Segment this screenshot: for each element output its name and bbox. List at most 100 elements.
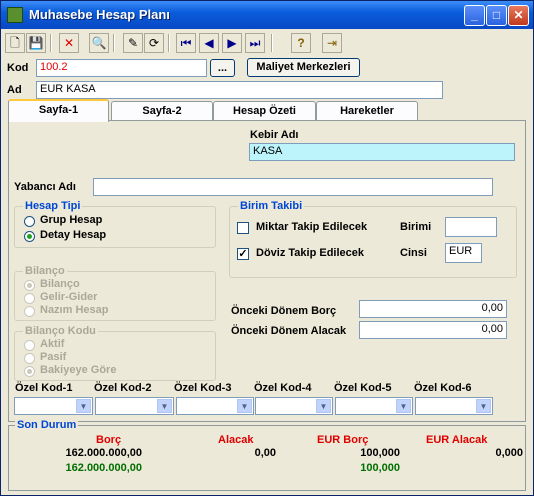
close-button[interactable]: ✕ bbox=[508, 5, 529, 26]
onceki-borc-label: Önceki Dönem Borç bbox=[231, 305, 337, 317]
maliyet-merkezleri-button[interactable]: Maliyet Merkezleri bbox=[247, 58, 360, 77]
detay-hesap-label: Detay Hesap bbox=[40, 229, 107, 241]
hesap-plani-window: Muhasebe Hesap Planı _ □ ✕ 🗋 💾 ✕ 🔍 ✎ ⟳ ⏮… bbox=[0, 0, 534, 496]
ozel-kod-1-select[interactable]: ▼ bbox=[14, 397, 93, 415]
minimize-button[interactable]: _ bbox=[464, 5, 485, 26]
chevron-down-icon[interactable]: ▼ bbox=[476, 399, 491, 413]
pasif-label: Pasif bbox=[40, 351, 67, 363]
next-record-icon[interactable]: ▶ bbox=[222, 33, 242, 53]
onceki-alacak-input[interactable]: 0,00 bbox=[359, 321, 507, 339]
ozel-kod-4-label: Özel Kod-4 bbox=[254, 382, 312, 394]
hesap-tipi-title: Hesap Tipi bbox=[23, 200, 83, 212]
maximize-button[interactable]: □ bbox=[486, 5, 507, 26]
onceki-alacak-label: Önceki Dönem Alacak bbox=[231, 325, 347, 337]
pasif-radio bbox=[24, 353, 35, 364]
onceki-borc-input[interactable]: 0,00 bbox=[359, 300, 507, 318]
bilanco-title: Bilanço bbox=[23, 265, 67, 277]
detay-hesap-radio[interactable] bbox=[24, 231, 35, 242]
ozel-kod-5-label: Özel Kod-5 bbox=[334, 382, 392, 394]
birim-takibi-group: Birim Takibi Miktar Takip Edilecek Birim… bbox=[229, 200, 517, 278]
bilanco-option-label: Bilanço bbox=[40, 278, 80, 290]
miktar-takip-label: Miktar Takip Edilecek bbox=[256, 221, 368, 233]
birim-takibi-title: Birim Takibi bbox=[238, 200, 305, 212]
ozel-kod-1-label: Özel Kod-1 bbox=[15, 382, 73, 394]
alacak-value: 0,00 bbox=[254, 447, 276, 459]
eur-alacak-value: 0,000 bbox=[495, 447, 523, 459]
ozel-kod-6-label: Özel Kod-6 bbox=[414, 382, 472, 394]
chevron-down-icon[interactable]: ▼ bbox=[237, 399, 252, 413]
eur-borc-value: 100,000 bbox=[360, 447, 400, 459]
tab-hareketler[interactable]: Hareketler bbox=[316, 101, 418, 121]
window-title: Muhasebe Hesap Planı bbox=[29, 7, 170, 22]
tab-sayfa-1[interactable]: Sayfa-1 bbox=[8, 99, 109, 122]
last-record-icon[interactable]: ⏭ bbox=[245, 33, 265, 53]
miktar-takip-checkbox[interactable] bbox=[237, 222, 249, 234]
nazim-hesap-radio bbox=[24, 306, 35, 317]
eur-alacak-header: EUR Alacak bbox=[426, 434, 488, 446]
tab-hesap-ozeti[interactable]: Hesap Özeti bbox=[213, 101, 316, 121]
delete-icon[interactable]: ✕ bbox=[59, 33, 79, 53]
prev-record-icon[interactable]: ◀ bbox=[199, 33, 219, 53]
borc-value: 162.000.000,00 bbox=[65, 447, 142, 459]
gelir-gider-label: Gelir-Gider bbox=[40, 291, 98, 303]
save-icon[interactable]: 💾 bbox=[26, 33, 46, 53]
ad-input[interactable]: EUR KASA bbox=[36, 81, 443, 99]
first-record-icon[interactable]: ⏮ bbox=[176, 33, 196, 53]
kod-lookup-button[interactable]: ... bbox=[210, 59, 235, 77]
birimi-input[interactable] bbox=[445, 217, 497, 237]
ozel-kod-4-select[interactable]: ▼ bbox=[255, 397, 333, 415]
grup-hesap-radio[interactable] bbox=[24, 216, 35, 227]
aktif-label: Aktif bbox=[40, 338, 65, 350]
grup-hesap-label: Grup Hesap bbox=[40, 214, 103, 226]
ozel-kod-5-select[interactable]: ▼ bbox=[335, 397, 413, 415]
title-bar[interactable]: Muhasebe Hesap Planı _ □ ✕ bbox=[1, 1, 533, 29]
son-durum-title: Son Durum bbox=[15, 419, 79, 431]
ozel-kod-3-select[interactable]: ▼ bbox=[176, 397, 254, 415]
refresh-icon[interactable]: ⟳ bbox=[144, 33, 164, 53]
bakiyeye-gore-label: Bakiyeye Göre bbox=[40, 364, 117, 376]
chevron-down-icon[interactable]: ▼ bbox=[396, 399, 411, 413]
ad-label: Ad bbox=[7, 84, 22, 96]
help-icon[interactable]: ? bbox=[291, 33, 311, 53]
doviz-takip-checkbox[interactable]: ✓ bbox=[237, 248, 249, 260]
new-record-icon[interactable]: 🗋 bbox=[5, 33, 25, 53]
ozel-kod-3-label: Özel Kod-3 bbox=[174, 382, 232, 394]
chevron-down-icon[interactable]: ▼ bbox=[157, 399, 172, 413]
borc-total: 162.000.000,00 bbox=[65, 462, 142, 474]
birimi-label: Birimi bbox=[400, 221, 432, 233]
bakiyeye-gore-radio bbox=[24, 366, 35, 377]
borc-header: Borç bbox=[96, 434, 122, 446]
ozel-kod-2-label: Özel Kod-2 bbox=[94, 382, 152, 394]
kod-label: Kod bbox=[7, 62, 29, 74]
son-durum-panel: Son Durum Borç Alacak EUR Borç EUR Alaca… bbox=[8, 419, 526, 491]
ozel-kod-6-select[interactable]: ▼ bbox=[415, 397, 493, 415]
find-icon[interactable]: 🔍 bbox=[89, 33, 109, 53]
cinsi-input[interactable]: EUR bbox=[445, 243, 482, 263]
chevron-down-icon[interactable]: ▼ bbox=[316, 399, 331, 413]
bilanco-radio bbox=[24, 280, 35, 291]
toolbar-separator bbox=[271, 34, 273, 52]
toolbar-separator bbox=[113, 34, 115, 52]
hesap-tipi-group: Hesap Tipi Grup Hesap Detay Hesap bbox=[14, 200, 216, 248]
gelir-gider-radio bbox=[24, 293, 35, 304]
bilanco-group: Bilanço Bilanço Gelir-Gider Nazım Hesap bbox=[14, 265, 216, 321]
alacak-header: Alacak bbox=[218, 434, 254, 446]
tab-sayfa-2[interactable]: Sayfa-2 bbox=[111, 101, 213, 121]
cinsi-label: Cinsi bbox=[400, 247, 427, 259]
chevron-down-icon[interactable]: ▼ bbox=[76, 399, 91, 413]
nazim-hesap-label: Nazım Hesap bbox=[40, 304, 109, 316]
yabanci-adi-input[interactable] bbox=[93, 178, 493, 196]
kod-input[interactable]: 100.2 bbox=[36, 59, 207, 77]
edit-icon[interactable]: ✎ bbox=[123, 33, 143, 53]
tab-panel-sayfa-1: Kebir Adı KASA Yabancı Adı Hesap Tipi Gr… bbox=[8, 120, 526, 422]
doviz-takip-label: Döviz Takip Edilecek bbox=[256, 247, 365, 259]
app-icon bbox=[7, 7, 23, 23]
bilanco-kodu-group: Bilanço Kodu Aktif Pasif Bakiyeye Göre bbox=[14, 325, 216, 381]
toolbar-separator bbox=[168, 34, 170, 52]
eur-borc-total: 100,000 bbox=[360, 462, 400, 474]
ozel-kod-2-select[interactable]: ▼ bbox=[95, 397, 174, 415]
kebir-adi-field: KASA bbox=[249, 143, 515, 161]
yabanci-adi-label: Yabancı Adı bbox=[14, 181, 76, 193]
toolbar-separator bbox=[50, 34, 52, 52]
exit-icon[interactable]: ⇥ bbox=[322, 33, 342, 53]
